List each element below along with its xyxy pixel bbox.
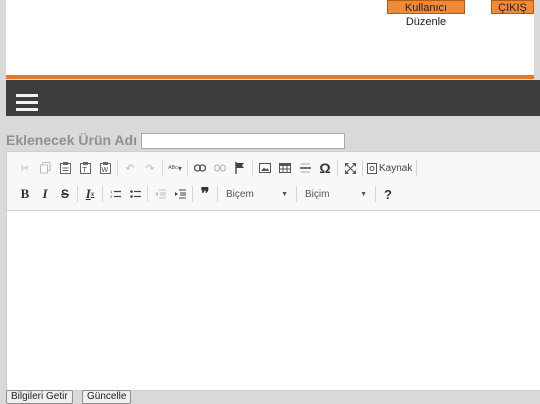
remove-format-icon[interactable]: Ix [82, 185, 98, 203]
product-name-label: Eklenecek Ürün Adı [6, 132, 137, 148]
svg-text:2: 2 [110, 194, 113, 199]
rich-text-editor: ✂ T W ↶ ↷ ᴬᴮᶜ▾ Ω Kaynak B I S I x 1 2 ❞ … [6, 151, 540, 391]
horizontal-line-icon[interactable] [297, 159, 313, 177]
paste-text-icon[interactable]: T [77, 159, 93, 177]
source-icon [367, 162, 377, 174]
toolbar-separator [217, 186, 218, 202]
logout-button[interactable]: ÇIKIŞ [491, 0, 534, 14]
format-dropdown[interactable]: Biçim ▼ [301, 186, 371, 202]
svg-text:T: T [82, 167, 87, 174]
bulleted-list-icon[interactable] [127, 185, 143, 203]
cut-icon[interactable]: ✂ [17, 159, 33, 177]
format-dropdown-label: Biçim [305, 188, 330, 200]
toolbar-separator [296, 186, 297, 202]
paste-word-icon[interactable]: W [97, 159, 113, 177]
styles-dropdown[interactable]: Biçem ▼ [222, 186, 292, 202]
toolbar-separator [77, 186, 78, 202]
italic-icon[interactable]: I [37, 185, 53, 203]
chevron-down-icon: ▼ [281, 190, 288, 198]
toolbar-separator [416, 160, 418, 176]
chevron-down-icon: ▼ [360, 190, 367, 198]
toolbar-row-1: ✂ T W ↶ ↷ ᴬᴮᶜ▾ Ω Kaynak [17, 158, 421, 178]
header-accent-stripe [6, 75, 534, 79]
redo-icon[interactable]: ↷ [142, 159, 158, 177]
product-name-input[interactable] [141, 133, 345, 149]
styles-dropdown-label: Biçem [226, 188, 254, 200]
editor-toolbar: ✂ T W ↶ ↷ ᴬᴮᶜ▾ Ω Kaynak B I S I x 1 2 ❞ … [7, 152, 540, 211]
unlink-icon[interactable] [212, 159, 228, 177]
maximize-icon[interactable] [342, 159, 358, 177]
anchor-icon[interactable] [232, 159, 248, 177]
table-icon[interactable] [277, 159, 293, 177]
get-info-button[interactable]: Bilgileri Getir [6, 390, 73, 404]
link-icon[interactable] [192, 159, 208, 177]
copy-icon[interactable] [37, 159, 53, 177]
undo-icon[interactable]: ↶ [122, 159, 138, 177]
toolbar-separator [187, 160, 188, 176]
source-button[interactable]: Kaynak [367, 159, 412, 177]
blockquote-icon[interactable]: ❞ [197, 185, 213, 203]
toolbar-separator [337, 160, 338, 176]
toolbar-row-2: B I S Ix 12 ❞ Biçem ▼ Biçim ▼ ? [17, 184, 400, 204]
help-button[interactable]: ? [380, 185, 396, 203]
user-edit-button[interactable]: Kullanıcı Düzenle [387, 0, 465, 28]
toolbar-separator [375, 186, 376, 202]
outdent-icon[interactable] [152, 185, 168, 203]
bold-icon[interactable]: B [17, 185, 33, 203]
numbered-list-icon[interactable]: 12 [107, 185, 123, 203]
paste-icon[interactable] [57, 159, 73, 177]
navbar [6, 80, 540, 116]
menu-icon[interactable] [16, 94, 38, 112]
svg-text:W: W [101, 167, 108, 174]
toolbar-separator [102, 186, 103, 202]
update-button[interactable]: Güncelle [82, 390, 132, 404]
source-button-label: Kaynak [379, 162, 413, 174]
spellcheck-icon[interactable]: ᴬᴮᶜ▾ [167, 159, 183, 177]
indent-icon[interactable] [172, 185, 188, 203]
toolbar-separator [117, 160, 118, 176]
special-char-icon[interactable]: Ω [317, 159, 333, 177]
toolbar-separator [147, 186, 148, 202]
toolbar-separator [252, 160, 253, 176]
editor-content-area[interactable] [7, 211, 540, 390]
image-icon[interactable] [257, 159, 273, 177]
toolbar-separator [162, 160, 163, 176]
strikethrough-icon[interactable]: S [57, 185, 73, 203]
toolbar-separator [362, 160, 363, 176]
toolbar-separator [192, 186, 193, 202]
